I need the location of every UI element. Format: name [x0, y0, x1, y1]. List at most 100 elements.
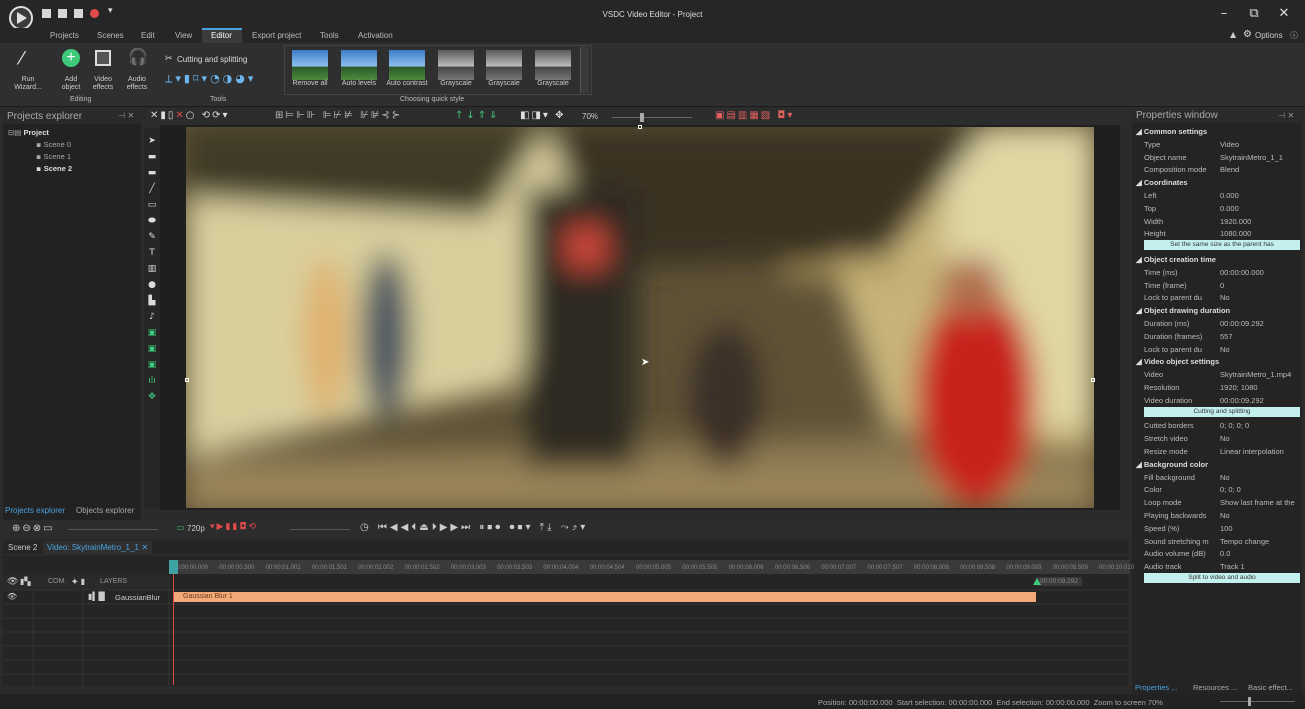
zoom-to-screen-button[interactable]: Zoom to screen — [1094, 698, 1146, 707]
layer-eye-icon[interactable]: 👁 — [7, 592, 17, 601]
add-object-icon[interactable]: + — [62, 49, 80, 67]
help-icon[interactable]: ⓘ — [1290, 30, 1298, 41]
property-row[interactable]: Lock to parent du No — [1132, 343, 1302, 356]
property-value[interactable]: 1920.000 — [1220, 215, 1300, 228]
align-tool-icons[interactable]: ⊞⊨⊩⊪ ⊫⊬⊭ ⊮⊯⊰⊱ — [275, 110, 402, 121]
property-row[interactable]: Color 0; 0; 0 — [1132, 483, 1302, 496]
menu-edit[interactable]: Edit — [141, 31, 155, 40]
property-row[interactable]: Video duration 00:00:09.292 — [1132, 394, 1302, 407]
property-row[interactable]: Stretch video No — [1132, 432, 1302, 445]
style-grayscale-3[interactable]: Grayscale — [529, 80, 577, 88]
property-value[interactable]: Video — [1220, 138, 1300, 151]
property-section[interactable]: ◢ Object drawing duration — [1132, 304, 1302, 317]
property-value[interactable]: 0.000 — [1220, 202, 1300, 215]
property-value[interactable]: No — [1220, 509, 1300, 522]
minimize-button[interactable]: – — [1214, 6, 1234, 21]
tree-scene-2[interactable]: ▪ Scene 2 — [36, 164, 72, 173]
close-button[interactable]: ✕ — [1274, 6, 1294, 21]
property-value[interactable]: Track 1 — [1220, 560, 1300, 573]
gallery-scroll[interactable] — [580, 47, 589, 93]
tab-projects-explorer[interactable]: Projects explorer — [5, 506, 65, 515]
style-auto-contrast-thumb[interactable] — [389, 50, 425, 80]
properties-pin-icon[interactable]: ⊣ ✕ — [1278, 111, 1294, 120]
wand-icon[interactable]: ⁄ — [20, 48, 23, 69]
layer-tools-icon[interactable]: ⯌ ▮ — [72, 577, 85, 587]
cutting-splitting-button[interactable]: Cutting and splitting — [177, 55, 247, 64]
view-tool-icons[interactable]: ▣▤▥▦▧ ◘▾ — [715, 110, 794, 121]
resize-handle-right[interactable] — [1091, 378, 1095, 382]
status-zoom-slider[interactable] — [1220, 701, 1295, 702]
property-row[interactable]: Composition mode Blend — [1132, 163, 1302, 176]
zoom-slider-thumb[interactable] — [640, 113, 644, 122]
property-value[interactable]: 1920; 1080 — [1220, 381, 1300, 394]
style-grayscale-3-thumb[interactable] — [535, 50, 571, 80]
tab-basic-effects[interactable]: Basic effect... — [1248, 683, 1293, 692]
style-grayscale-2[interactable]: Grayscale — [480, 80, 528, 88]
tab-resources[interactable]: Resources ... — [1193, 683, 1237, 692]
volume-slider[interactable] — [290, 529, 350, 530]
property-value[interactable]: 00:00:09.292 — [1220, 317, 1300, 330]
scissors-icon[interactable]: ✂ — [165, 54, 173, 64]
menu-scenes[interactable]: Scenes — [97, 31, 124, 40]
pin-icon[interactable]: ⊣ ✕ — [118, 111, 134, 120]
canvas-vertical-scrollbar[interactable] — [1120, 128, 1128, 508]
headphones-icon[interactable]: 🎧 — [128, 47, 148, 66]
property-value[interactable]: Linear interpolation — [1220, 445, 1300, 458]
style-auto-levels-thumb[interactable] — [341, 50, 377, 80]
property-value[interactable]: 0 — [1220, 279, 1300, 292]
property-value[interactable]: No — [1220, 291, 1300, 304]
property-value[interactable]: No — [1220, 343, 1300, 356]
video-effects-icon[interactable] — [95, 50, 111, 66]
property-row[interactable]: Audio track Track 1 — [1132, 560, 1302, 573]
property-value[interactable]: 0; 0; 0; 0 — [1220, 419, 1300, 432]
zoom-level[interactable]: 70% — [582, 112, 598, 121]
style-grayscale-2-thumb[interactable] — [486, 50, 522, 80]
property-action-label[interactable]: Set the same size as the parent has — [1144, 240, 1300, 251]
property-row[interactable]: Duration (frames) 557 — [1132, 330, 1302, 343]
tab-scene-2[interactable]: Scene 2 — [8, 543, 37, 552]
maximize-button[interactable]: ⧉ — [1244, 6, 1264, 21]
property-section[interactable]: ◢ Coordinates — [1132, 176, 1302, 189]
tab-properties[interactable]: Properties ... — [1135, 683, 1178, 692]
property-value[interactable]: 00:00:00.000 — [1220, 266, 1300, 279]
tab-video-object[interactable]: Video: SkytrainMetro_1_1 ✕ — [43, 541, 153, 554]
property-section[interactable]: ◢ Object creation time — [1132, 253, 1302, 266]
object-tool-icons[interactable]: ➤ ▬ ▬ ╱ ▭ ⬬ ✎ T ▥ ● ▙ ♪ ▣ ▣ ▣ ılı ✥ — [146, 133, 158, 405]
property-value[interactable]: 0.000 — [1220, 189, 1300, 202]
property-value[interactable]: Tempo change — [1220, 535, 1300, 548]
property-value[interactable]: 0; 0; 0 — [1220, 483, 1300, 496]
timeline-zoom-slider[interactable] — [68, 529, 158, 530]
style-grayscale-1[interactable]: Grayscale — [432, 80, 480, 88]
property-action-button[interactable]: Set the same size as the parent has — [1132, 240, 1302, 253]
property-row[interactable]: Height 1080.000 — [1132, 227, 1302, 240]
playhead-handle[interactable] — [169, 560, 178, 574]
property-row[interactable]: Speed (%) 100 — [1132, 522, 1302, 535]
gear-icon[interactable]: ⚙ — [1243, 29, 1252, 40]
eye-icon[interactable]: 👁 — [7, 577, 18, 587]
property-row[interactable]: Sound stretching m Tempo change — [1132, 535, 1302, 548]
run-wizard-button[interactable]: Run Wizard... — [8, 76, 48, 92]
property-section[interactable]: ◢ Common settings — [1132, 125, 1302, 138]
tree-root[interactable]: ⊟▤ Project — [8, 128, 49, 137]
tools-icons[interactable]: ⟂▾▮⌑▾◔◑◕▾ — [165, 72, 256, 86]
property-value[interactable]: Show last frame at the — [1220, 496, 1300, 509]
property-row[interactable]: Lock to parent du No — [1132, 291, 1302, 304]
order-arrows-icons[interactable]: ↑↓⇑⇓ — [455, 110, 501, 121]
menu-editor[interactable]: Editor — [211, 31, 232, 40]
preview-control-icons[interactable]: ▾▶▮▮◘⟲ — [210, 522, 258, 532]
property-value[interactable]: 00:00:09.292 — [1220, 394, 1300, 407]
property-value[interactable]: 0.0 — [1220, 547, 1300, 560]
property-section[interactable]: ◢ Video object settings — [1132, 355, 1302, 368]
resize-handle-top[interactable] — [638, 125, 642, 129]
property-row[interactable]: Time (ms) 00:00:00.000 — [1132, 266, 1302, 279]
property-row[interactable]: Top 0.000 — [1132, 202, 1302, 215]
layer-name[interactable]: GaussianBlur — [115, 593, 160, 602]
timeline-area[interactable] — [3, 556, 1128, 686]
status-zoom-thumb[interactable] — [1248, 697, 1251, 706]
property-row[interactable]: Time (frame) 0 — [1132, 279, 1302, 292]
property-value[interactable]: SkytrainMetro_1.mp4 — [1220, 368, 1300, 381]
property-row[interactable]: Cutted borders 0; 0; 0; 0 — [1132, 419, 1302, 432]
property-value[interactable]: 557 — [1220, 330, 1300, 343]
style-auto-levels[interactable]: Auto levels — [335, 80, 383, 88]
property-value[interactable]: 1080.000 — [1220, 227, 1300, 240]
